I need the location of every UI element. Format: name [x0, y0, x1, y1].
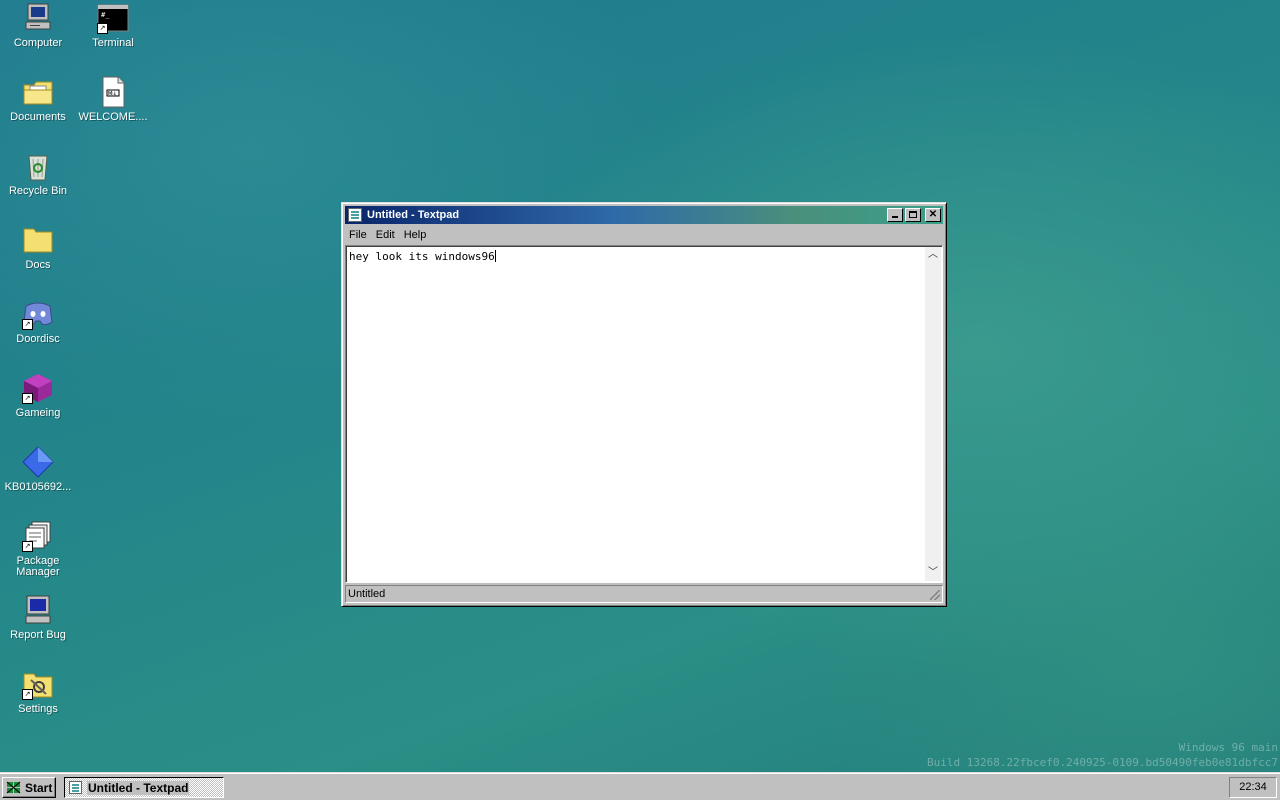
desktop-icon-kb[interactable]: KB0105692... — [1, 446, 75, 493]
start-label: Start — [25, 780, 53, 795]
blue-diamond-icon — [22, 446, 54, 478]
menu-edit[interactable]: Edit — [372, 229, 399, 241]
vertical-scrollbar[interactable]: ︿ ﹀ — [925, 247, 941, 581]
shortcut-arrow-icon: ↗ — [22, 541, 33, 552]
resize-grip-icon[interactable] — [930, 590, 940, 600]
text-file-icon: M↓ — [97, 76, 129, 108]
desktop-icon-report-bug[interactable]: Report Bug — [1, 594, 75, 641]
minimize-button[interactable] — [887, 208, 903, 222]
menu-help[interactable]: Help — [400, 229, 431, 241]
status-filename: Untitled — [348, 588, 386, 600]
taskbar-item-label: Untitled - Textpad — [87, 780, 190, 795]
desktop-icon-doordisc[interactable]: ↗ Doordisc — [1, 298, 75, 345]
desktop-icon-label: Recycle Bin — [8, 185, 68, 197]
start-button[interactable]: Start — [2, 777, 56, 798]
computer-icon — [22, 2, 54, 34]
shortcut-arrow-icon: ↗ — [97, 23, 108, 34]
desktop-icon-label: Computer — [13, 37, 63, 49]
desktop-icon-label: Terminal — [92, 37, 134, 49]
desktop-icon-label: Doordisc — [16, 333, 60, 345]
desktop-icon-label: Docs — [25, 259, 51, 271]
package-manager-icon: ↗ — [22, 520, 54, 552]
maximize-button[interactable] — [905, 208, 921, 222]
desktop-icon-label: Gameing — [15, 407, 61, 419]
textpad-app-icon — [348, 208, 362, 222]
shortcut-arrow-icon: ↗ — [22, 393, 33, 404]
shortcut-arrow-icon: ↗ — [22, 689, 33, 700]
chat-app-icon: ↗ — [22, 298, 54, 330]
desktop-icon-label: Documents — [10, 111, 66, 123]
taskbar: Start Untitled - Textpad 22:34 — [0, 772, 1280, 800]
minimize-icon — [892, 216, 898, 218]
window-titlebar[interactable]: Untitled - Textpad ✕ — [345, 206, 943, 224]
desktop-icon-label: Report Bug — [10, 629, 66, 641]
desktop-icon-gameing[interactable]: ↗ Gameing — [1, 372, 75, 419]
close-icon: ✕ — [928, 209, 938, 220]
menu-bar: File Edit Help — [345, 226, 943, 244]
watermark-line-1: Windows 96 main — [1178, 741, 1278, 754]
close-button[interactable]: ✕ — [925, 208, 941, 222]
textpad-app-icon — [69, 781, 82, 794]
scroll-down-icon[interactable]: ﹀ — [925, 565, 941, 581]
desktop-icon-terminal[interactable]: #_ ↗ Terminal — [76, 2, 150, 49]
desktop-icon-label: WELCOME.... — [78, 111, 148, 123]
desktop-icon-label: Settings — [18, 703, 58, 715]
shortcut-arrow-icon: ↗ — [22, 319, 33, 330]
taskbar-item-textpad[interactable]: Untitled - Textpad — [64, 777, 224, 798]
settings-icon: ↗ — [22, 668, 54, 700]
clock-text: 22:34 — [1239, 781, 1267, 793]
text-caret — [494, 250, 496, 262]
menu-file[interactable]: File — [345, 229, 371, 241]
editor-text[interactable]: hey look its windows96 — [349, 250, 495, 263]
recycle-bin-icon — [22, 150, 54, 182]
maximize-icon — [909, 211, 917, 218]
report-bug-icon — [22, 594, 54, 626]
scroll-up-icon[interactable]: ︿ — [925, 247, 941, 263]
desktop-icon-documents[interactable]: Documents — [1, 76, 75, 123]
svg-text:#_: #_ — [101, 11, 110, 19]
text-editor-area[interactable]: hey look its windows96 ︿ ﹀ — [345, 245, 943, 583]
terminal-icon: #_ ↗ — [97, 2, 129, 34]
desktop-icon-docs[interactable]: Docs — [1, 224, 75, 271]
window-title: Untitled - Textpad — [367, 209, 460, 221]
folder-icon — [22, 224, 54, 256]
textpad-window[interactable]: Untitled - Textpad ✕ File Edit Help hey … — [341, 202, 947, 607]
desktop-icon-recycle-bin[interactable]: Recycle Bin — [1, 150, 75, 197]
desktop-icon-welcome[interactable]: M↓ WELCOME.... — [76, 76, 150, 123]
build-watermark: Windows 96 main Build 13268.22fbcef0.240… — [927, 740, 1278, 770]
start-logo-icon — [6, 781, 22, 795]
system-tray-clock[interactable]: 22:34 — [1229, 777, 1277, 798]
desktop-icon-settings[interactable]: ↗ Settings — [1, 668, 75, 715]
desktop-icon-label: Package Manager — [16, 555, 60, 578]
game-cube-icon: ↗ — [22, 372, 54, 404]
svg-text:M↓: M↓ — [108, 91, 117, 97]
documents-folder-icon — [22, 76, 54, 108]
desktop-icon-package-manager[interactable]: ↗ Package Manager — [1, 520, 75, 578]
desktop-icon-label: KB0105692... — [4, 481, 72, 493]
watermark-line-2: Build 13268.22fbcef0.240925-0109.bd50490… — [927, 756, 1278, 769]
desktop-icon-computer[interactable]: Computer — [1, 2, 75, 49]
status-bar: Untitled — [345, 585, 943, 603]
